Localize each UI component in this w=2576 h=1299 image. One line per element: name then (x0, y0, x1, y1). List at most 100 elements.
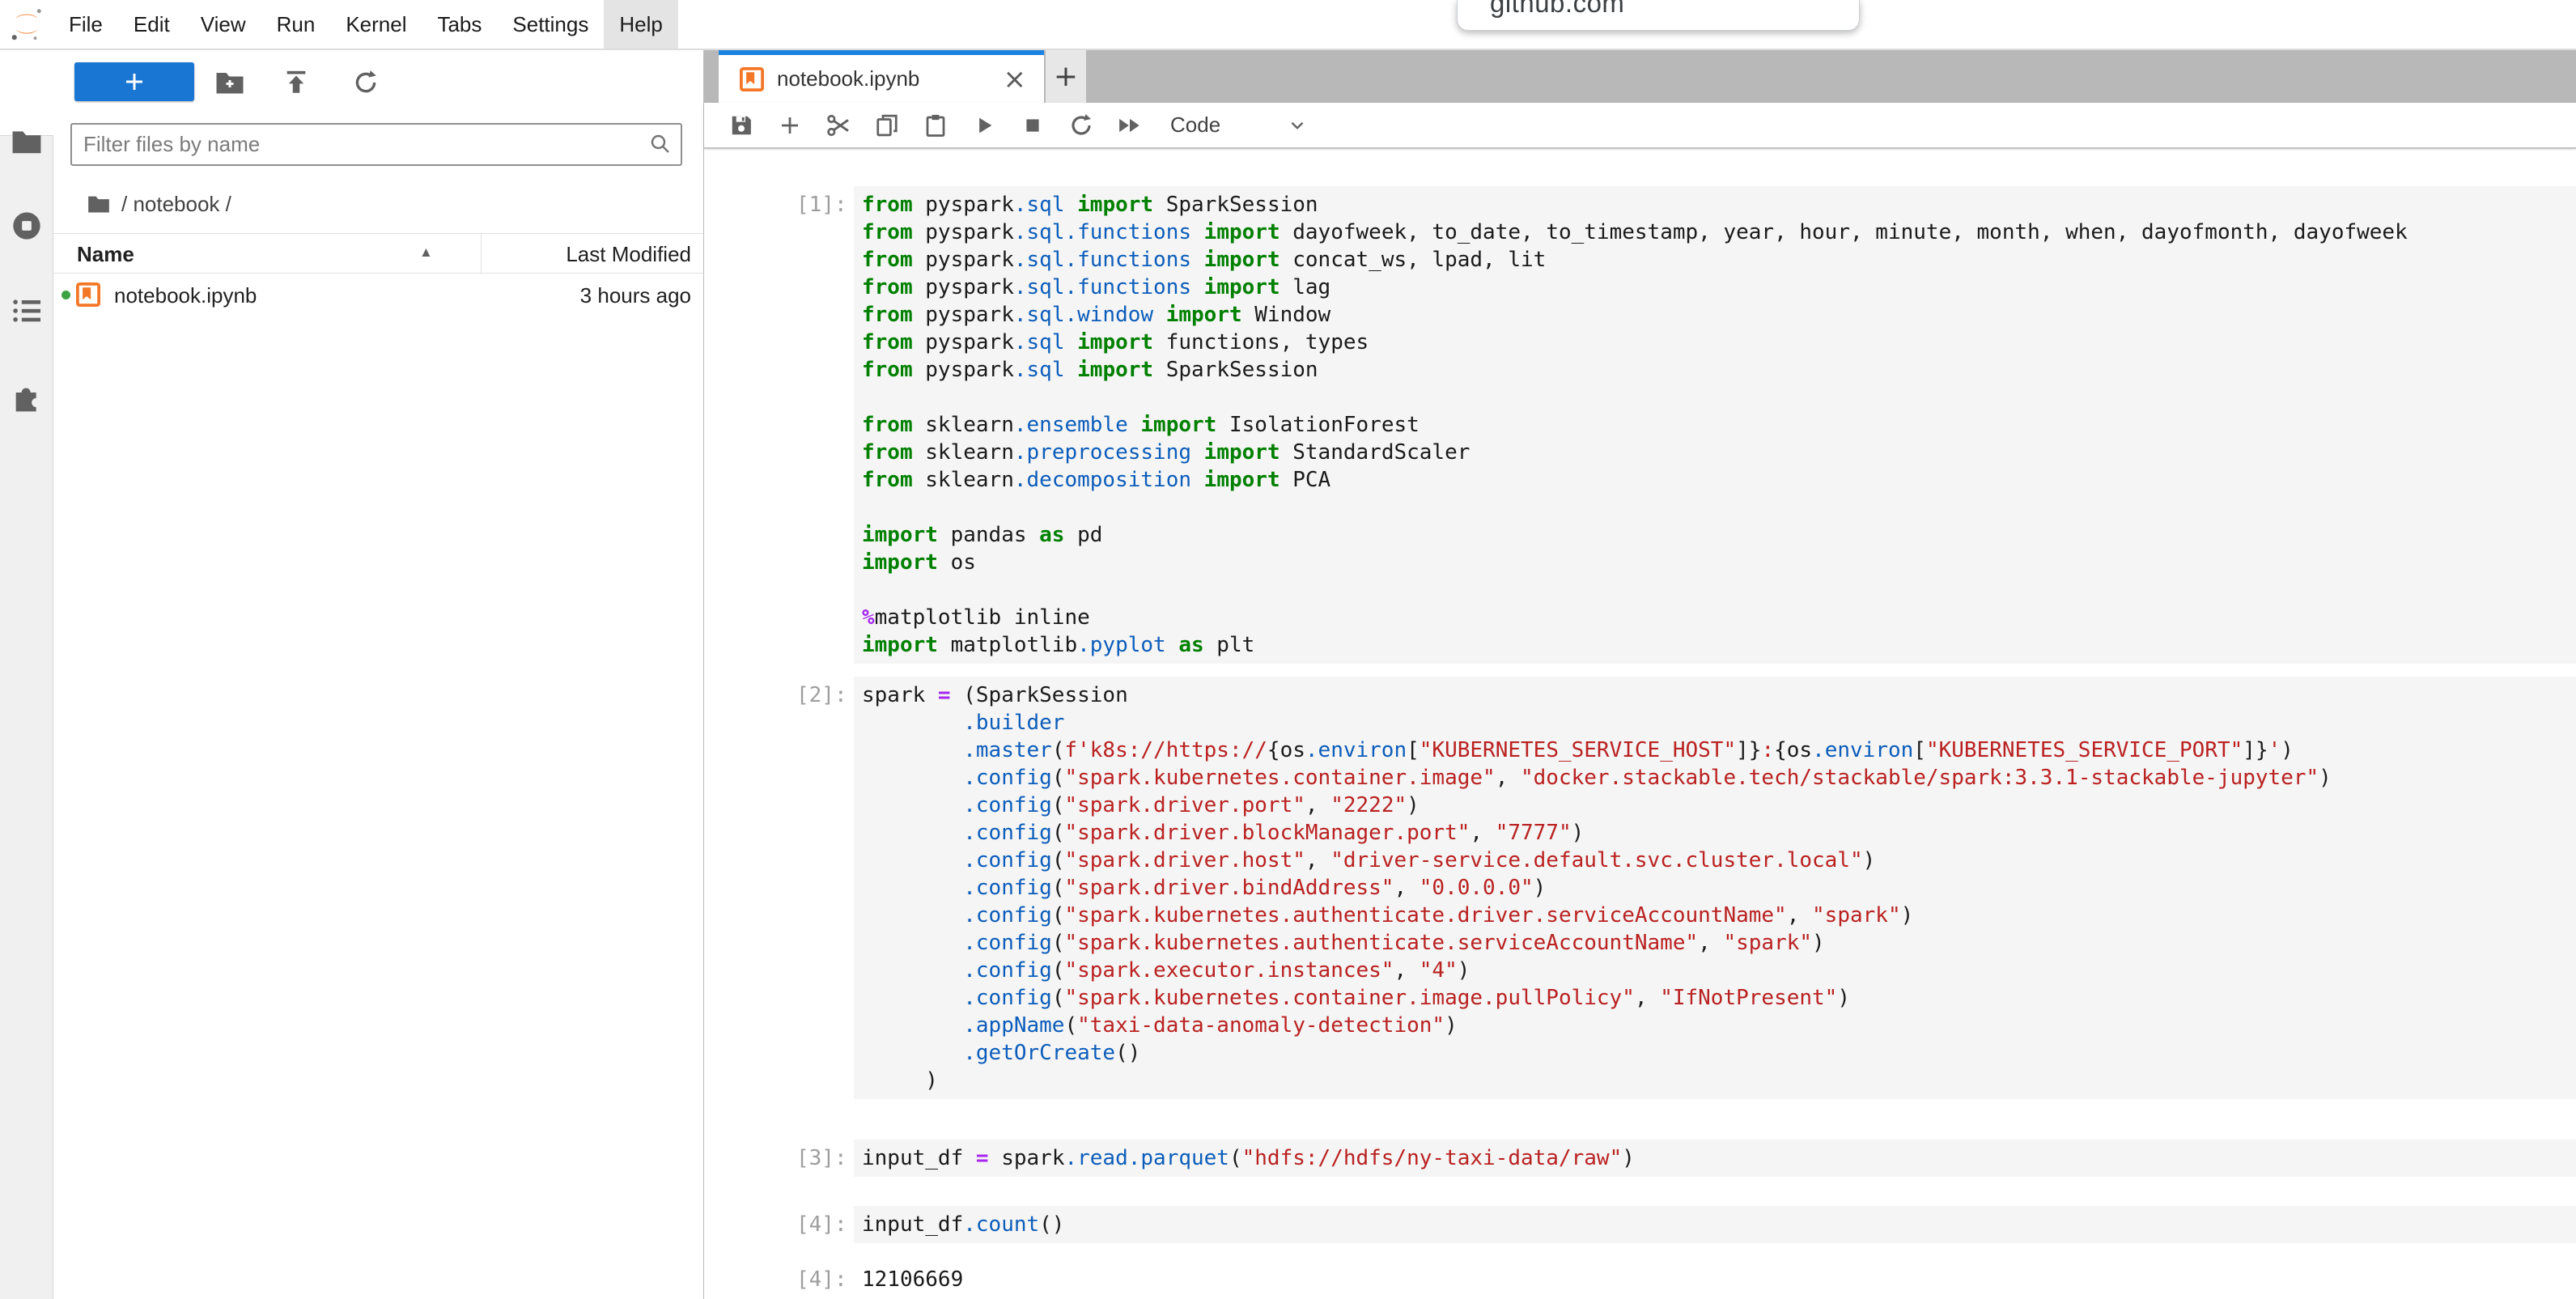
tab-close-icon[interactable]: × (1004, 66, 1027, 93)
code-line: .config("spark.kubernetes.authenticate.s… (862, 929, 2576, 957)
breadcrumb[interactable]: / notebook / (53, 180, 703, 228)
menu-run[interactable]: Run (261, 0, 331, 49)
cell-editor[interactable]: input_df = spark.read.parquet("hdfs://hd… (854, 1140, 2576, 1177)
code-cell: [1]:from pyspark.sql import SparkSession… (704, 186, 2576, 664)
search-icon (648, 132, 673, 156)
fast-forward-icon (1116, 114, 1144, 137)
cell-type-value: Code (1170, 112, 1220, 138)
code-line: import matplotlib.pyplot as plt (862, 631, 2576, 659)
cell-prompt: [2]: (796, 681, 847, 709)
menu-edit[interactable]: Edit (118, 0, 185, 49)
cell-editor[interactable]: from pyspark.sql import SparkSessionfrom… (854, 186, 2576, 664)
code-line: from sklearn.preprocessing import Standa… (862, 439, 2576, 466)
paste-icon (923, 113, 948, 138)
plus-icon (122, 70, 146, 94)
new-folder-button[interactable] (212, 69, 248, 96)
cell-prompt: [3]: (796, 1144, 847, 1172)
breadcrumb-path: / notebook / (121, 192, 231, 217)
add-icon (778, 113, 802, 138)
new-tab-button[interactable]: + (1046, 50, 1086, 103)
column-header-modified[interactable]: Last Modified (566, 242, 691, 267)
jupyter-logo-icon (0, 0, 53, 49)
file-list-header: Name ▲ Last Modified (53, 233, 703, 274)
file-browser-panel: / notebook / Name ▲ Last Modified notebo… (53, 50, 704, 1299)
extension-manager-tab-icon[interactable] (0, 368, 53, 425)
code-cell: [4]: input_df.count() (704, 1206, 2576, 1243)
cell-prompt: [4]: (796, 1211, 847, 1238)
cell-type-dropdown[interactable]: Code (1170, 112, 1308, 138)
menu-tabs[interactable]: Tabs (422, 0, 497, 49)
code-line: from sklearn.ensemble import IsolationFo… (862, 411, 2576, 439)
running-kernels-tab-icon[interactable] (0, 197, 53, 254)
dock-tab-bar: notebook.ipynb × + (704, 50, 2576, 103)
file-browser-tab-icon[interactable] (0, 113, 53, 170)
menu-file[interactable]: File (53, 0, 118, 49)
cell-editor[interactable]: spark = (SparkSession .builder .master(f… (854, 677, 2576, 1099)
filter-box (70, 123, 682, 166)
sort-ascending-icon[interactable]: ▲ (419, 244, 433, 261)
notebook-scroll-area[interactable]: [1]:from pyspark.sql import SparkSession… (704, 151, 2576, 1299)
save-button[interactable] (724, 109, 759, 142)
table-of-contents-tab-icon[interactable] (0, 282, 53, 339)
restart-run-all-button[interactable] (1112, 109, 1148, 142)
code-line: .builder (862, 709, 2576, 737)
code-line: from pyspark.sql import SparkSession (862, 356, 2576, 384)
cut-icon (825, 112, 851, 138)
paste-cells-button[interactable] (918, 109, 953, 142)
code-line: import os (862, 549, 2576, 576)
refresh-button[interactable] (348, 69, 384, 96)
code-line: .getOrCreate() (862, 1039, 2576, 1067)
add-cell-button[interactable] (772, 109, 808, 142)
output-area: 12106669 (854, 1261, 2576, 1298)
file-row[interactable]: notebook.ipynb 3 hours ago (53, 274, 703, 316)
code-line: 12106669 (862, 1266, 2576, 1293)
notebook-icon (76, 282, 100, 307)
code-line: from pyspark.sql.window import Window (862, 301, 2576, 329)
code-line: .config("spark.kubernetes.container.imag… (862, 764, 2576, 792)
cell-editor[interactable]: input_df.count() (854, 1206, 2576, 1243)
upload-button[interactable] (278, 69, 314, 96)
code-line: from pyspark.sql.functions import dayofw… (862, 219, 2576, 246)
output-cell: [4]: 12106669 (704, 1261, 2576, 1298)
restart-kernel-button[interactable] (1063, 109, 1099, 142)
file-browser-toolbar (53, 50, 703, 115)
cell-prompt: [1]: (796, 191, 847, 219)
new-launcher-button[interactable] (74, 62, 194, 101)
file-modified: 3 hours ago (580, 283, 691, 308)
code-line: .config("spark.driver.bindAddress", "0.0… (862, 874, 2576, 902)
run-cell-button[interactable] (966, 109, 1002, 142)
column-header-name[interactable]: Name (77, 242, 134, 267)
code-line: from pyspark.sql.functions import lag (862, 274, 2576, 301)
menu-kernel[interactable]: Kernel (330, 0, 422, 49)
code-line: from pyspark.sql import functions, types (862, 329, 2576, 356)
cell-prompt: [4]: (796, 1266, 847, 1293)
left-activity-bar (0, 50, 53, 1299)
menu-settings[interactable]: Settings (497, 0, 604, 49)
code-cell: [3]:input_df = spark.read.parquet("hdfs:… (704, 1140, 2576, 1177)
menu-view[interactable]: View (185, 0, 261, 49)
browser-origin-popup: github.com (1457, 0, 1860, 31)
tab-label: notebook.ipynb (777, 66, 919, 91)
tab-notebook[interactable]: notebook.ipynb × (719, 50, 1044, 103)
filter-files-input[interactable] (70, 123, 682, 166)
copy-cells-button[interactable] (869, 109, 905, 142)
code-line: %matplotlib inline (862, 604, 2576, 631)
code-line: .master(f'k8s://https://{os.environ["KUB… (862, 737, 2576, 764)
code-line: import pandas as pd (862, 521, 2576, 549)
interrupt-kernel-button[interactable] (1015, 109, 1050, 142)
code-line (862, 494, 2576, 521)
menu-help[interactable]: Help (604, 0, 677, 49)
main-dock-panel: notebook.ipynb × + (704, 50, 2576, 1299)
code-line: .appName("taxi-data-anomaly-detection") (862, 1012, 2576, 1039)
restart-icon (1068, 112, 1094, 138)
file-name: notebook.ipynb (114, 283, 257, 308)
upload-icon (282, 70, 310, 96)
code-line: from pyspark.sql.functions import concat… (862, 246, 2576, 274)
new-folder-icon (215, 70, 244, 95)
file-list: notebook.ipynb 3 hours ago (53, 274, 703, 316)
menu-bar: FileEditViewRunKernelTabsSettingsHelp (0, 0, 2576, 50)
running-indicator-dot (62, 291, 70, 299)
code-line: from pyspark.sql import SparkSession (862, 191, 2576, 219)
chevron-down-icon (1287, 115, 1308, 136)
cut-cells-button[interactable] (821, 109, 856, 142)
